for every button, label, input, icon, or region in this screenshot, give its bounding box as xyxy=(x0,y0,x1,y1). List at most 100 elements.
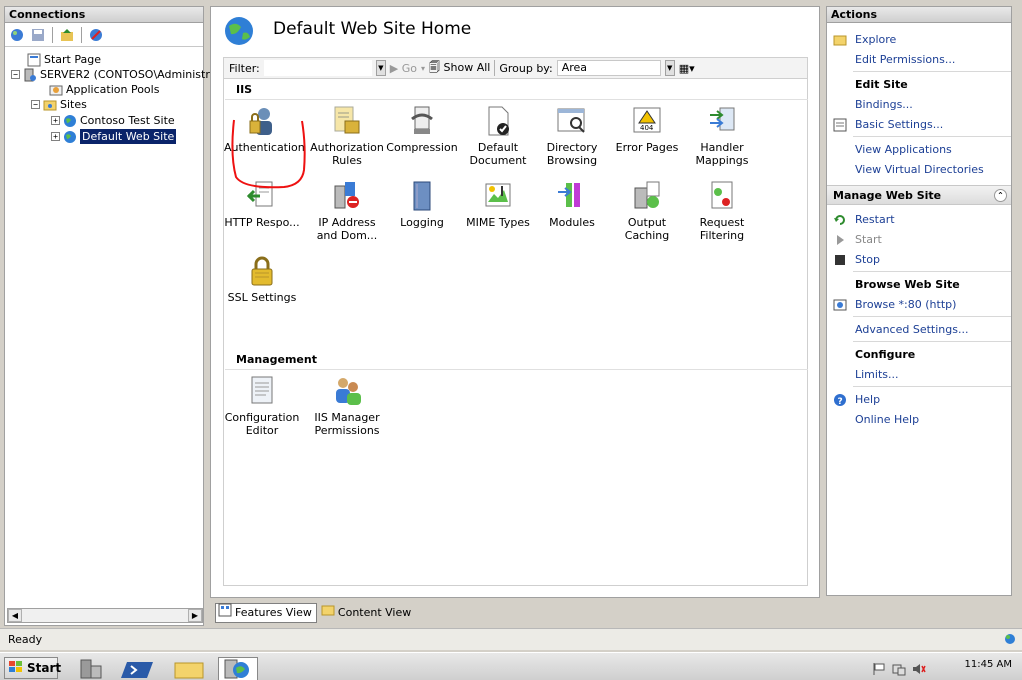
ip-address-icon xyxy=(331,180,363,212)
annotation-circle xyxy=(231,119,306,189)
default-document-icon xyxy=(482,105,514,137)
feature-request-filtering[interactable]: Request Filtering xyxy=(684,180,760,242)
feature-error-pages[interactable]: 404 Error Pages xyxy=(609,105,685,154)
action-bindings[interactable]: Bindings... xyxy=(855,98,913,112)
help-icon: ? xyxy=(833,393,847,407)
feature-output-caching[interactable]: Output Caching xyxy=(609,180,685,242)
feature-default-document[interactable]: Default Document xyxy=(460,105,536,167)
collapse-icon[interactable]: − xyxy=(11,70,20,79)
go-button[interactable]: ▶ Go xyxy=(390,62,417,75)
action-restart[interactable]: Restart xyxy=(855,213,895,227)
expand-icon[interactable]: + xyxy=(51,132,60,141)
taskbar-iis-manager[interactable] xyxy=(218,657,258,680)
directory-browsing-icon xyxy=(556,105,588,137)
group-by-dropdown-icon[interactable]: ▼ xyxy=(664,60,675,76)
group-edit-site: Edit Site xyxy=(855,78,908,91)
output-caching-icon xyxy=(631,180,663,212)
feature-directory-browsing[interactable]: Directory Browsing xyxy=(534,105,610,167)
clock[interactable]: 11:45 AM xyxy=(965,659,1012,670)
status-bar: Ready xyxy=(0,628,1022,650)
logging-icon xyxy=(406,180,438,212)
action-view-virtual-directories[interactable]: View Virtual Directories xyxy=(855,163,984,177)
action-browse-80[interactable]: Browse *:80 (http) xyxy=(855,298,956,312)
scroll-right-icon[interactable]: ▶ xyxy=(188,609,202,622)
group-manage-web-site[interactable]: Manage Web Site ⌃ xyxy=(827,185,1011,205)
compression-icon xyxy=(406,105,438,137)
up-icon[interactable] xyxy=(58,26,76,44)
connections-panel: Connections Start Page − SERVER2 (CONTOS… xyxy=(4,6,217,626)
actions-panel: Actions Explore Edit Permissions... Edit… xyxy=(826,6,1012,596)
mime-types-icon xyxy=(482,180,514,212)
feature-authorization-rules[interactable]: Authorization Rules xyxy=(309,105,385,167)
action-start[interactable]: Start xyxy=(855,233,882,247)
flag-icon[interactable] xyxy=(872,662,886,679)
action-advanced-settings[interactable]: Advanced Settings... xyxy=(855,323,968,337)
feature-iis-manager-permissions[interactable]: IIS Manager Permissions xyxy=(309,375,385,437)
action-explore[interactable]: Explore xyxy=(855,33,896,47)
tab-content-view[interactable]: Content View xyxy=(319,603,415,623)
expand-icon[interactable]: + xyxy=(51,116,60,125)
connect-icon[interactable] xyxy=(8,26,26,44)
error-pages-icon: 404 xyxy=(631,105,663,137)
features-view-icon xyxy=(218,603,232,623)
tree-item-start-page[interactable]: Start Page xyxy=(27,52,101,67)
tree-item-app-pools[interactable]: Application Pools xyxy=(49,82,159,97)
feature-configuration-editor[interactable]: Configuration Editor xyxy=(224,375,300,437)
features-panel: Default Web Site Home Filter: ▼ ▶ Go ▾ 🗐… xyxy=(210,6,820,623)
feature-mime-types[interactable]: MIME Types xyxy=(460,180,536,229)
section-title-management: Management xyxy=(236,353,317,366)
collapse-icon[interactable]: − xyxy=(31,100,40,109)
taskbar-server-manager[interactable] xyxy=(70,657,110,680)
group-by-select[interactable]: Area xyxy=(556,60,661,76)
volume-icon[interactable] xyxy=(912,662,926,679)
windows-logo-icon xyxy=(8,660,24,677)
modules-icon xyxy=(556,180,588,212)
action-edit-permissions[interactable]: Edit Permissions... xyxy=(855,53,955,67)
ssl-lock-icon xyxy=(246,255,278,287)
action-limits[interactable]: Limits... xyxy=(855,368,899,382)
network-icon[interactable] xyxy=(892,662,906,679)
filter-bar: Filter: ▼ ▶ Go ▾ 🗐 Show All Group by: Ar… xyxy=(223,57,808,79)
feature-ip-address-domain[interactable]: IP Address and Dom... xyxy=(309,180,385,242)
svg-text:404: 404 xyxy=(640,124,654,132)
tree-item-contoso-test-site[interactable]: + Contoso Test Site xyxy=(51,113,175,128)
action-view-applications[interactable]: View Applications xyxy=(855,143,952,157)
basic-settings-icon xyxy=(833,118,847,132)
action-help[interactable]: Help xyxy=(855,393,880,407)
view-mode-icon[interactable]: ▦▾ xyxy=(679,62,695,75)
stop-icon xyxy=(833,253,847,267)
connections-toolbar xyxy=(5,23,203,47)
start-button[interactable]: Start xyxy=(4,657,61,679)
view-tabs: Features View Content View xyxy=(215,603,415,623)
features-content: IIS Authentication Authorization Rules C… xyxy=(223,79,808,586)
action-basic-settings[interactable]: Basic Settings... xyxy=(855,118,943,132)
horizontal-scrollbar[interactable]: ◀ ▶ xyxy=(7,608,203,623)
feature-handler-mappings[interactable]: Handler Mappings xyxy=(684,105,760,167)
save-icon[interactable] xyxy=(29,26,47,44)
tab-features-view[interactable]: Features View xyxy=(215,603,317,623)
feature-modules[interactable]: Modules xyxy=(534,180,610,229)
feature-logging[interactable]: Logging xyxy=(384,180,460,229)
tree-item-sites[interactable]: − Sites xyxy=(31,97,87,112)
tree-item-default-web-site[interactable]: + Default Web Site xyxy=(51,129,177,144)
feature-compression[interactable]: Compression xyxy=(384,105,460,154)
iis-manager-permissions-icon xyxy=(331,375,363,407)
group-browse-web-site: Browse Web Site xyxy=(855,278,960,291)
taskbar-explorer[interactable] xyxy=(170,657,210,680)
scroll-left-icon[interactable]: ◀ xyxy=(8,609,22,622)
system-tray xyxy=(872,662,926,679)
collapse-chevron-icon[interactable]: ⌃ xyxy=(994,189,1007,202)
group-by-label: Group by: xyxy=(499,61,553,75)
feature-ssl-settings[interactable]: SSL Settings xyxy=(224,255,300,304)
show-all-button[interactable]: 🗐 Show All xyxy=(429,59,490,78)
filter-input[interactable] xyxy=(263,60,372,76)
action-online-help[interactable]: Online Help xyxy=(855,413,919,427)
action-stop[interactable]: Stop xyxy=(855,253,880,267)
filter-dropdown-icon[interactable]: ▼ xyxy=(375,60,386,76)
taskbar-powershell[interactable] xyxy=(120,657,160,680)
go-dropdown-icon[interactable]: ▾ xyxy=(421,64,425,73)
tree-item-server[interactable]: − SERVER2 (CONTOSO\Administra xyxy=(11,67,217,82)
handler-mappings-icon xyxy=(706,105,738,137)
disconnect-icon[interactable] xyxy=(87,26,105,44)
svg-text:?: ? xyxy=(838,397,843,407)
